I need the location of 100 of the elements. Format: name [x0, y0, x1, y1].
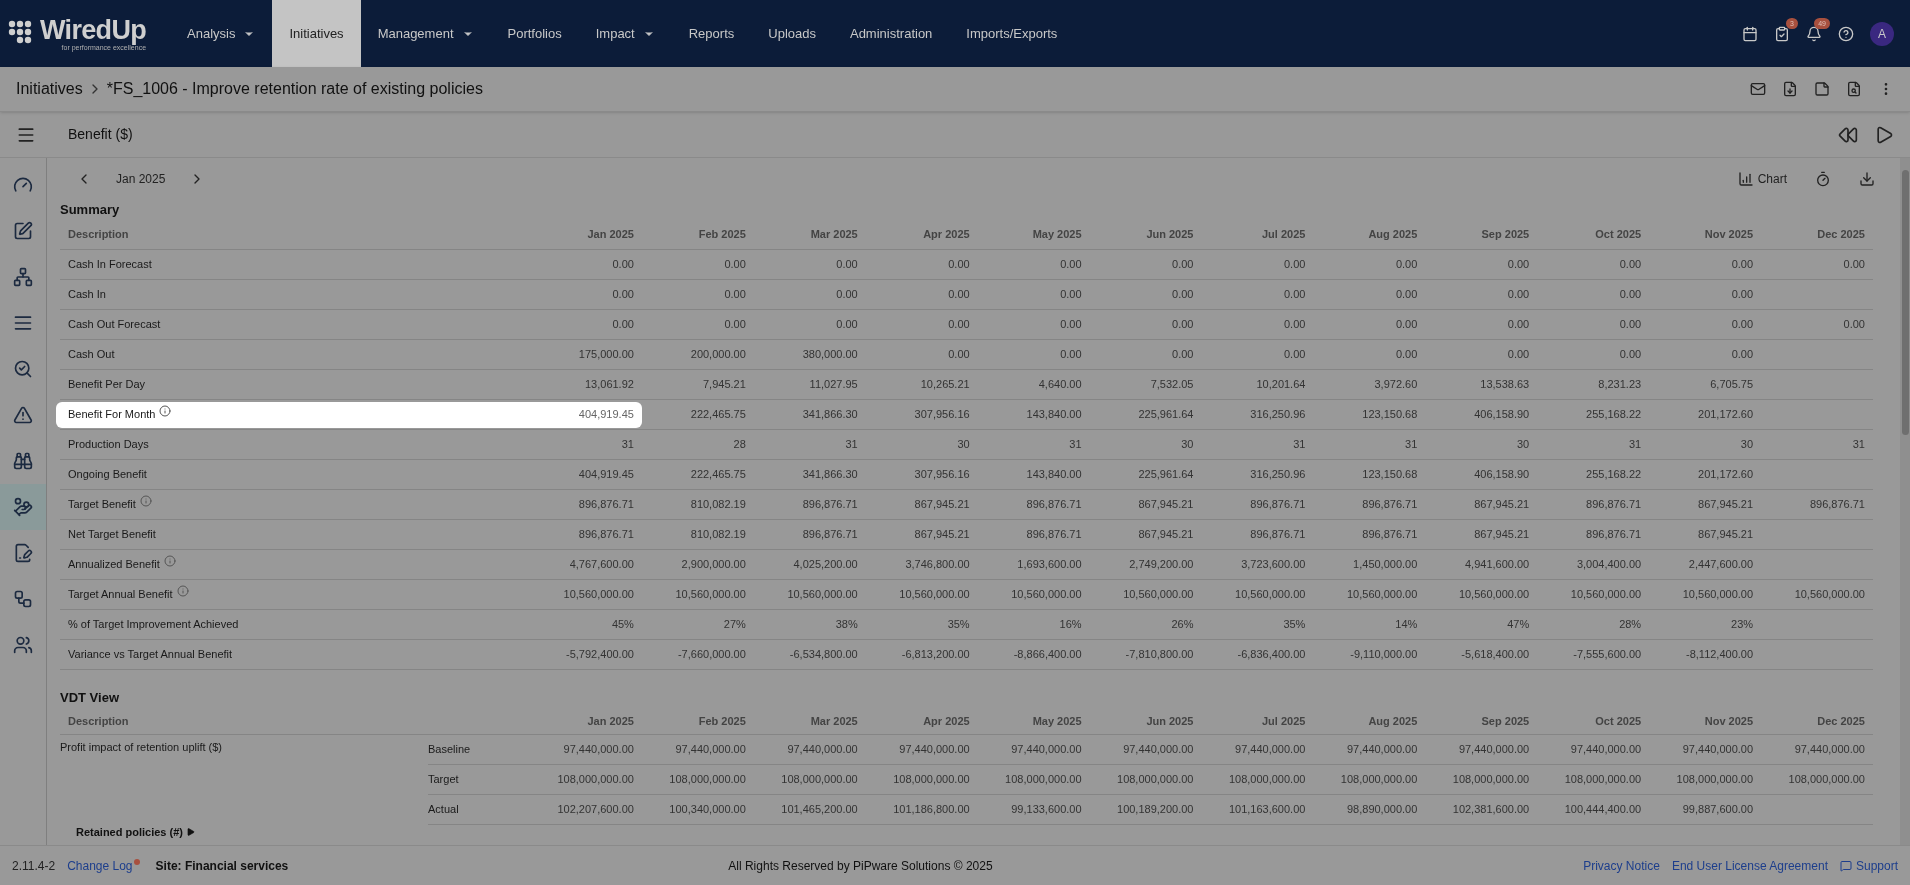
user-avatar[interactable]: A	[1870, 21, 1894, 46]
table-cell-text: 867,945.21	[913, 497, 971, 513]
column-header: Nov 2025	[1703, 713, 1755, 729]
table-cell-text: 896,876.71	[1025, 497, 1083, 513]
table-cell-text: 3,746,800.00	[904, 557, 971, 573]
nav-tab[interactable]: Imports/Exports	[949, 0, 1075, 67]
table-cell-text: 10,560,000.00	[1681, 587, 1755, 603]
document-search-icon[interactable]	[1846, 81, 1862, 97]
timer-icon[interactable]	[1815, 171, 1831, 187]
table-cell-text: 30	[1516, 437, 1531, 453]
mail-icon[interactable]	[1750, 81, 1766, 97]
column-header: Mar 2025	[809, 227, 859, 243]
chart-button[interactable]: Chart	[1737, 170, 1787, 188]
nav-tab[interactable]: Administration	[832, 0, 950, 67]
export-icon[interactable]	[1859, 171, 1875, 187]
change-log-link[interactable]: Change Log	[67, 856, 133, 875]
table-cell-text: 222,465.75	[689, 467, 747, 483]
nav-tab[interactable]: Reports	[671, 0, 752, 67]
table-cell-text: 0.00	[1171, 287, 1195, 303]
chart-icon	[1737, 171, 1754, 187]
table-cell-text: 108,000,000.00	[1116, 772, 1195, 788]
footer-link[interactable]: End User License Agreement	[1671, 856, 1828, 875]
scrollbar[interactable]	[1900, 158, 1910, 845]
calendar-icon[interactable]	[1742, 25, 1758, 42]
play-icon[interactable]	[1874, 124, 1894, 145]
table-cell-text: 4,640.00	[1037, 377, 1083, 393]
table-cell-text: 4,767,600.00	[569, 557, 635, 573]
nav-tab[interactable]: Portfolios	[490, 0, 579, 67]
table-cell-text: 6,705.75	[1709, 377, 1755, 393]
nav-tab[interactable]: Management	[360, 0, 491, 67]
table-cell-text: 0.00	[1283, 317, 1307, 333]
table-cell-text: 2,900,000.00	[680, 557, 747, 573]
tasks-icon[interactable]	[1774, 25, 1790, 42]
row-label: Actual	[428, 802, 460, 818]
table-cell-text: 0.00	[1506, 347, 1531, 363]
table-cell-text: 0.00	[1506, 317, 1531, 333]
table-cell-text: 102,381,600.00	[1451, 802, 1531, 818]
table-cell-text: 867,945.21	[1137, 527, 1195, 543]
row-label: % of Target Improvement Achieved	[68, 617, 239, 633]
table-cell-text: 0.00	[723, 317, 747, 333]
table-cell-text: 0.00	[1730, 347, 1755, 363]
support-link[interactable]: Support	[1839, 856, 1898, 875]
info-icon[interactable]	[159, 404, 172, 417]
table-cell-text: -6,813,200.00	[900, 647, 971, 663]
table-cell-text: -7,810,800.00	[1124, 647, 1195, 663]
download-icon[interactable]	[1782, 81, 1798, 97]
row-label: Benefit Per Day	[68, 377, 146, 393]
table-cell-text: 867,945.21	[913, 527, 971, 543]
column-header: Feb 2025	[697, 227, 747, 243]
help-icon[interactable]	[1838, 25, 1854, 42]
benefit-icon[interactable]	[0, 484, 46, 530]
table-cell-text: 406,158.90	[1473, 407, 1531, 423]
group-label[interactable]: Retained policies (#)	[76, 826, 183, 838]
row-label: Benefit For Month	[68, 407, 156, 423]
table-cell-text: 31	[1068, 437, 1083, 453]
row-label: Production Days	[68, 437, 149, 453]
table-cell-text: 23%	[1730, 617, 1755, 633]
site-label: Site: Financial services	[155, 857, 289, 875]
table-cell-text: 108,000,000.00	[892, 772, 971, 788]
table-cell-text: 255,168.22	[1585, 407, 1643, 423]
table-cell-text: 896,876.71	[1249, 527, 1307, 543]
notifications-icon[interactable]	[1806, 25, 1822, 42]
table-cell-text: 7,945.21	[702, 377, 747, 393]
nav-tab[interactable]: Initiatives	[272, 0, 361, 67]
table-cell-text: 98,890,000.00	[1345, 802, 1419, 818]
table-cell-text: 867,945.21	[1137, 497, 1195, 513]
column-header: Dec 2025	[1816, 227, 1866, 243]
nav-tab[interactable]: Uploads	[751, 0, 833, 67]
table-cell-text: -7,660,000.00	[676, 647, 747, 663]
section-title: Summary	[60, 201, 121, 219]
footer-link[interactable]: Privacy Notice	[1583, 856, 1660, 875]
table-cell-text: 0.00	[1618, 317, 1643, 333]
table-cell-text: 406,158.90	[1473, 467, 1531, 483]
table-cell-text: 102,207,600.00	[556, 802, 635, 818]
column-header: May 2025	[1031, 713, 1083, 729]
table-cell-text: 0.00	[1842, 257, 1866, 273]
table-cell-text: 867,945.21	[1473, 497, 1531, 513]
table-cell-text: 307,956.16	[913, 407, 971, 423]
nav-tab[interactable]: Analysis	[170, 0, 273, 67]
table-cell-text: 867,945.21	[1473, 527, 1531, 543]
table-cell-text: 10,560,000.00	[1569, 587, 1643, 603]
column-header: Oct 2025	[1594, 227, 1643, 243]
copyright-text: All Rights Reserved by PiPware Solutions © 2025	[728, 857, 993, 875]
note-icon[interactable]	[1814, 81, 1830, 97]
table-cell-text: 175,000.00	[578, 347, 635, 363]
table-cell-text: 867,945.21	[1697, 527, 1755, 543]
table-cell-text: 10,201.64	[1255, 377, 1307, 393]
nav-tab[interactable]: Impact	[578, 0, 672, 67]
table-cell-text: 307,956.16	[913, 467, 971, 483]
table-cell-text: 810,082.19	[689, 527, 747, 543]
rewind-icon[interactable]	[1838, 124, 1858, 145]
table-cell-text: 30	[1739, 437, 1755, 453]
table-cell-text: 10,560,000.00	[898, 587, 971, 603]
table-cell-text: -6,836,400.00	[1236, 647, 1307, 663]
row-label: Cash Out	[68, 347, 115, 363]
table-cell-text: 97,440,000.00	[1122, 742, 1195, 758]
table-cell-text: 896,876.71	[1585, 497, 1643, 513]
table-cell-text: 0.00	[1394, 317, 1419, 333]
breadcrumb-link[interactable]: Initiatives	[16, 77, 83, 101]
expand-icon[interactable]	[187, 828, 195, 836]
